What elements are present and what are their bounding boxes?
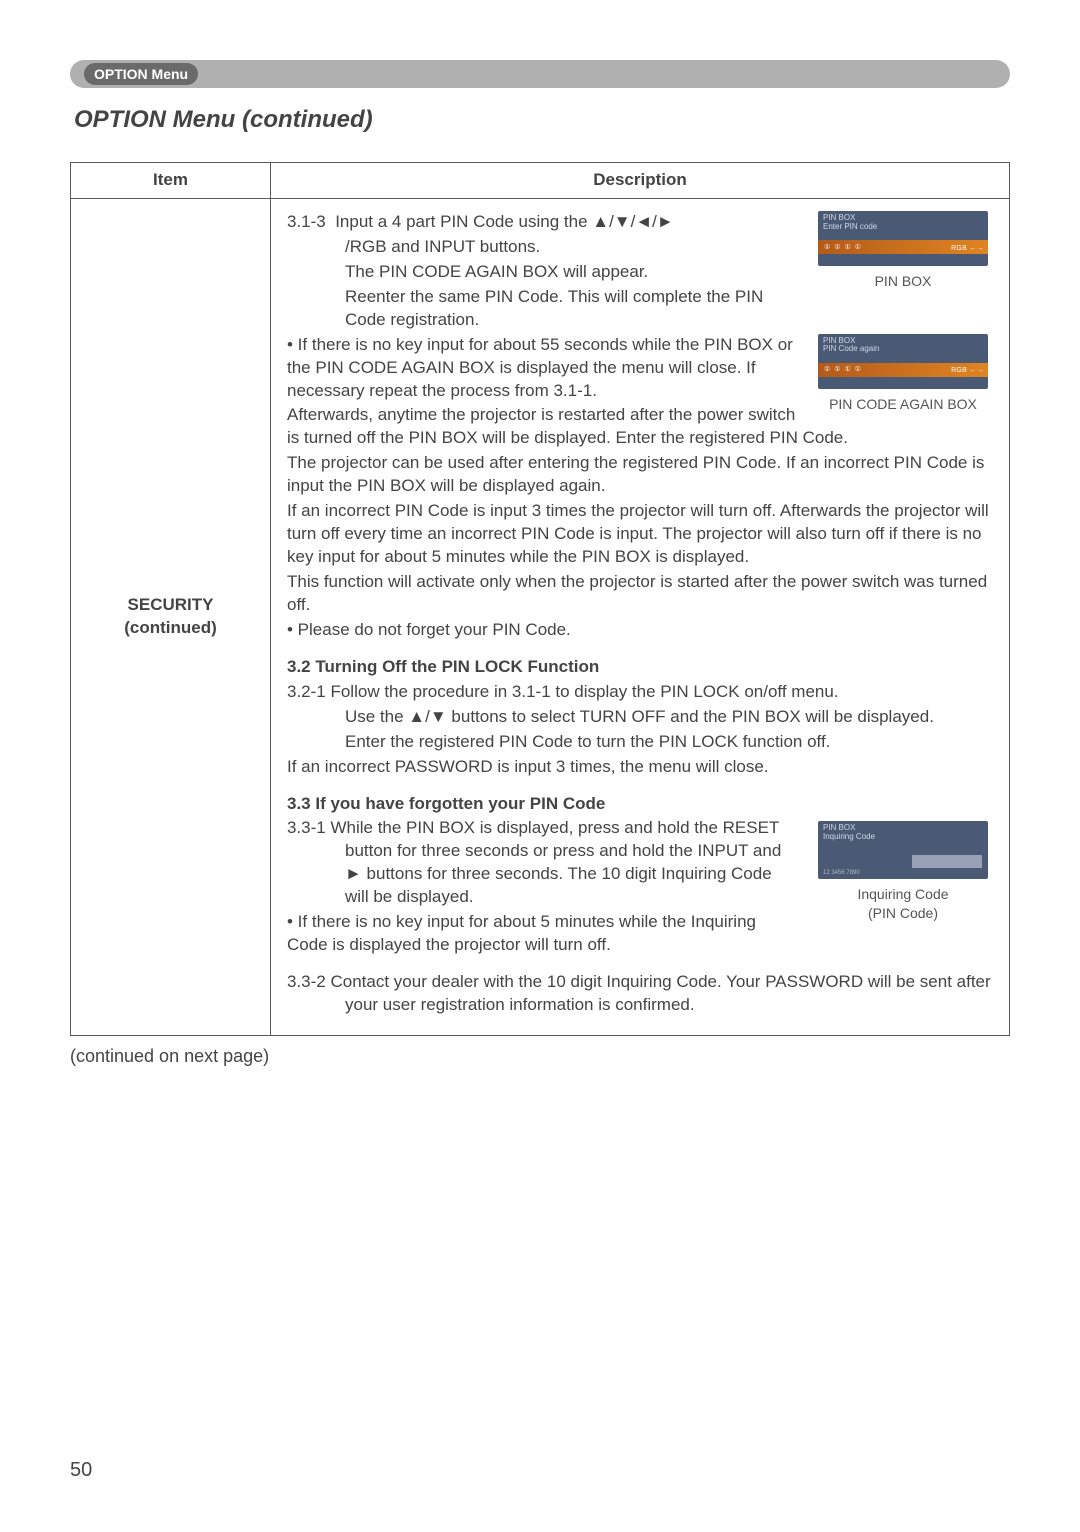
heading-33: 3.3 If you have forgotten your PIN Code	[287, 793, 993, 816]
ribbon-label: OPTION Menu	[84, 63, 198, 85]
osd-grey-rect	[912, 855, 982, 868]
p-321-b: Use the ▲/▼ buttons to select TURN OFF a…	[287, 706, 993, 729]
item-line1: SECURITY	[77, 594, 264, 617]
p-32-after: If an incorrect PASSWORD is input 3 time…	[287, 756, 993, 779]
figure-pin-code-again-box: PIN BOX PIN Code again ① ① ① ① RGB ←→ PI…	[813, 334, 993, 414]
osd-title: PIN BOX Inquiring Code	[823, 824, 875, 842]
table-row: SECURITY (continued) PIN BOX Enter PIN c…	[71, 198, 1010, 1035]
continued-note: (continued on next page)	[70, 1046, 1010, 1067]
osd-footer: 12 3456 7890	[823, 869, 983, 877]
after-2: The projector can be used after entering…	[287, 452, 993, 498]
figure-pin-box: PIN BOX Enter PIN code ① ① ① ① RGB ←→ PI…	[813, 211, 993, 291]
figure-caption: PIN BOX	[813, 272, 993, 291]
security-table: Item Description SECURITY (continued) PI…	[70, 162, 1010, 1036]
p-313-d: Reenter the same PIN Code. This will com…	[287, 286, 993, 332]
after-3: If an incorrect PIN Code is input 3 time…	[287, 500, 993, 569]
page: OPTION Menu OPTION Menu (continued) Item…	[0, 0, 1080, 1532]
osd-pin-box: PIN BOX Enter PIN code ① ① ① ① RGB ←→	[818, 211, 988, 266]
item-line2: (continued)	[77, 617, 264, 640]
item-cell: SECURITY (continued)	[71, 198, 271, 1035]
osd-band-text: RGB ←→	[951, 244, 984, 253]
p-332: 3.3-2 Contact your dealer with the 10 di…	[287, 971, 993, 1017]
p-321-a: 3.2-1 Follow the procedure in 3.1-1 to d…	[287, 681, 993, 704]
page-number: 50	[70, 1459, 92, 1482]
figure-caption-line2: (PIN Code)	[813, 904, 993, 923]
figure-caption-line1: Inquiring Code	[813, 885, 993, 904]
figure-inquiring-code: PIN BOX Inquiring Code 12 3456 7890 Inqu…	[813, 821, 993, 923]
heading-32: 3.2 Turning Off the PIN LOCK Function	[287, 656, 993, 679]
osd-inquiring-code: PIN BOX Inquiring Code 12 3456 7890	[818, 821, 988, 879]
page-title: OPTION Menu (continued)	[74, 106, 1010, 134]
osd-dots: ① ① ① ①	[824, 365, 862, 374]
osd-dots: ① ① ① ①	[824, 243, 862, 252]
header-item: Item	[71, 163, 271, 199]
section-ribbon: OPTION Menu	[70, 60, 1010, 88]
osd-title: PIN BOX Enter PIN code	[823, 214, 877, 232]
description-cell: PIN BOX Enter PIN code ① ① ① ① RGB ←→ PI…	[271, 198, 1010, 1035]
osd-title: PIN BOX PIN Code again	[823, 337, 879, 355]
bullet-2: • Please do not forget your PIN Code.	[287, 619, 993, 642]
header-description: Description	[271, 163, 1010, 199]
figure-caption: PIN CODE AGAIN BOX	[813, 395, 993, 414]
after-4: This function will activate only when th…	[287, 571, 993, 617]
osd-pin-code-again: PIN BOX PIN Code again ① ① ① ① RGB ←→	[818, 334, 988, 389]
p-321-c: Enter the registered PIN Code to turn th…	[287, 731, 993, 754]
osd-band-text: RGB ←→	[951, 366, 984, 375]
